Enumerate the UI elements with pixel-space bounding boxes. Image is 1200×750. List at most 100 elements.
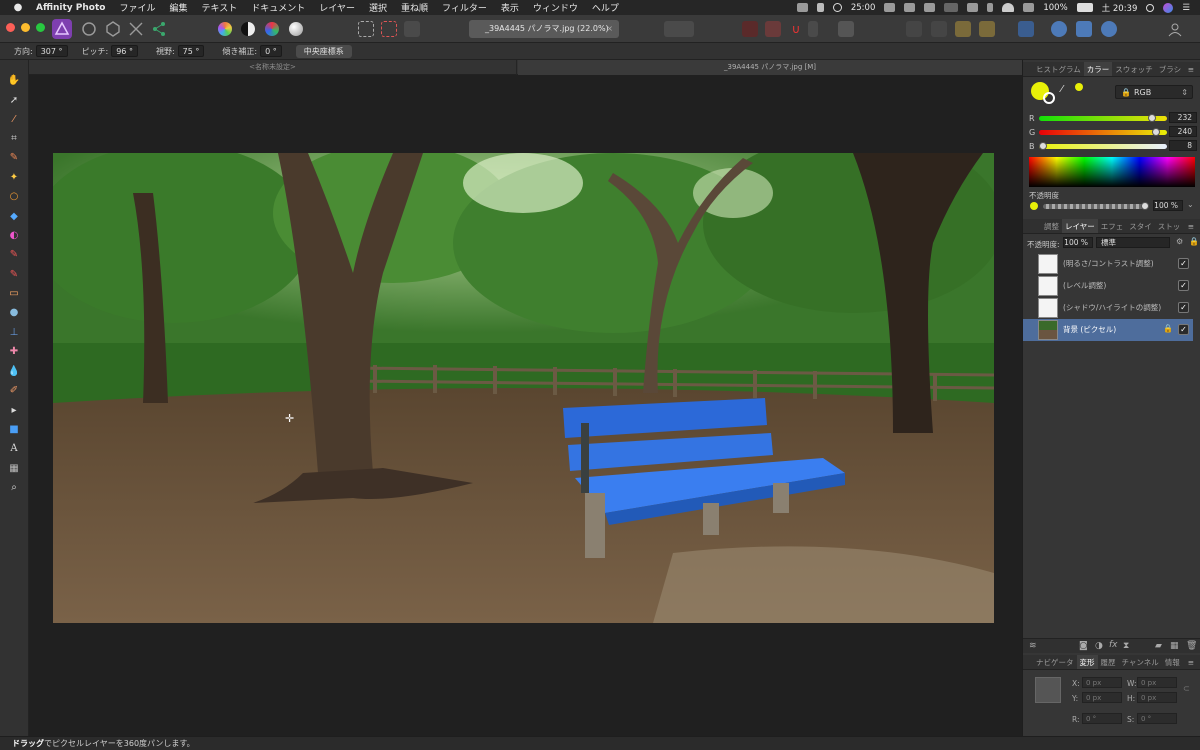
flood-select-icon[interactable]: ✦ [7,170,21,184]
text-tool-icon[interactable]: A [7,441,21,455]
status-app-icon[interactable] [796,3,808,12]
menu-document[interactable]: ドキュメント [251,1,305,14]
panorama-photo[interactable] [53,153,994,623]
window-zoom-button[interactable] [36,23,45,32]
eraser-icon[interactable]: ▭ [7,286,21,300]
selection-brush-icon[interactable]: ✎ [7,150,21,164]
anchor-point-selector[interactable] [1035,677,1061,703]
tab-histogram[interactable]: ヒストグラム [1033,62,1084,76]
layer-visibility-checkbox[interactable]: ✓ [1178,280,1189,291]
status-icon-f[interactable] [1023,3,1035,12]
window-minimize-button[interactable] [21,23,30,32]
g-value-field[interactable]: 240 [1169,126,1197,137]
status-icon-e[interactable] [967,3,979,12]
tab-color[interactable]: カラー [1083,62,1113,76]
snapping-icon[interactable] [765,21,781,37]
freehand-select-icon[interactable]: ○ [7,189,21,203]
assistant-icon[interactable] [838,21,854,37]
canvas-area[interactable]: ✛ [29,75,1022,736]
menu-layer[interactable]: レイヤー [319,1,355,14]
timer-clock[interactable]: 25:00 [851,3,876,13]
eyedropper-icon[interactable]: ⁄ [1061,84,1063,95]
snapping-dropdown[interactable] [808,21,818,37]
transform-panel-menu-icon[interactable]: ≡ [1185,655,1197,670]
layer-row-brightness-contrast[interactable]: (明るさ/コントラスト調整) ✓ [1023,253,1193,275]
menu-edit[interactable]: 編集 [169,1,187,14]
apple-menu-icon[interactable]: ● [12,2,24,13]
zoom-tool-icon[interactable]: ⌕ [7,480,21,494]
align-icon[interactable] [1018,21,1034,37]
tab-stock[interactable]: ストッ [1155,219,1184,233]
direction-field[interactable]: 307 ° [35,45,68,57]
blur-brush-icon[interactable]: 💧 [7,364,21,378]
rotation-field[interactable]: 0 ° [1082,713,1122,724]
add-layer-icon[interactable]: ▦ [1170,641,1179,651]
g-channel-slider[interactable] [1039,130,1167,135]
layer-visibility-checkbox[interactable]: ✓ [1178,324,1189,335]
tone-mapping-persona-icon[interactable] [126,19,146,39]
tab-layers[interactable]: レイヤー [1062,219,1098,233]
tab-channels[interactable]: チャンネル [1119,655,1162,669]
blend-mode-select[interactable]: 標準 [1096,237,1170,248]
document-title-tab[interactable]: _39A4445 パノラマ.jpg (22.0%) × [469,20,619,38]
snapping-grid-icon[interactable] [742,21,758,37]
r-value-field[interactable]: 232 [1169,112,1197,123]
b-channel-slider[interactable] [1039,144,1167,149]
color-replacement-icon[interactable]: ✎ [7,267,21,281]
y-field[interactable]: 0 px [1082,692,1122,703]
window-close-button[interactable] [6,23,15,32]
tab-info[interactable]: 情報 [1162,655,1183,669]
shear-field[interactable]: 0 ° [1137,713,1177,724]
stroke-color-swatch[interactable] [1043,92,1055,104]
arrange-back-icon[interactable] [906,21,922,37]
mesh-warp-icon[interactable]: ▦ [7,461,21,475]
clone-stamp-icon[interactable]: ⊥ [7,325,21,339]
photo-persona-icon[interactable] [52,19,72,39]
bluetooth-icon[interactable] [816,3,824,12]
delete-layer-icon[interactable]: 🗑 [1186,641,1197,651]
adjustment-layer-icon[interactable]: ◑ [1095,641,1103,651]
menu-arrange[interactable]: 重ね順 [401,1,428,14]
tab-adjustments[interactable]: 調整 [1041,219,1062,233]
menu-view[interactable]: 表示 [501,1,519,14]
layer-visibility-checkbox[interactable]: ✓ [1178,258,1189,269]
status-icon-b[interactable] [904,3,916,12]
group-folder-icon[interactable]: ▰ [1155,641,1162,651]
layer-settings-icon[interactable]: ⚙ [1176,237,1183,246]
wifi-icon[interactable] [1002,3,1015,12]
quick-mask-button[interactable] [664,21,694,37]
battery-label[interactable]: 100% [1043,3,1067,13]
untitled-document-tab[interactable]: <名称未設定> [29,60,517,75]
panorama-document-tab[interactable]: _39A4445 パノラマ.jpg [M] [518,60,1022,75]
flood-fill-icon[interactable]: ◆ [7,209,21,223]
layers-stack-icon[interactable]: ≋ [1029,641,1037,651]
layer-opacity-field[interactable]: 100 % [1063,237,1093,248]
tilt-field[interactable]: 0 ° [260,45,282,57]
menu-window[interactable]: ウィンドウ [533,1,578,14]
siri-icon[interactable] [1163,2,1174,13]
layer-row-levels[interactable]: (レベル調整) ✓ [1023,275,1193,297]
smudge-brush-icon[interactable]: ✐ [7,383,21,397]
export-persona-icon[interactable] [149,19,169,39]
bluetooth-status-icon[interactable] [987,3,994,12]
contrast-adjust-icon[interactable] [241,22,255,36]
color-model-select[interactable]: 🔒 RGB ⇕ [1115,85,1193,99]
status-icon-d[interactable] [944,3,959,12]
center-coordinates-button[interactable]: 中央座標系 [295,44,352,58]
invert-selection-icon[interactable] [404,21,420,37]
gradient-tool-icon[interactable]: ◐ [7,228,21,242]
move-tool-icon[interactable]: ➚ [7,93,21,107]
user-account-icon[interactable] [1167,21,1183,37]
arrange-forward-icon[interactable] [955,21,971,37]
x-field[interactable]: 0 px [1082,677,1122,688]
healing-brush-icon[interactable]: ✚ [7,344,21,358]
layers-panel-menu-icon[interactable]: ≡ [1185,219,1197,234]
pitch-field[interactable]: 96 ° [111,45,138,57]
app-name-menu[interactable]: Affinity Photo [36,3,105,13]
deselect-icon[interactable] [381,21,397,37]
b-slider-knob[interactable] [1038,142,1047,150]
boolean-intersect-icon[interactable] [1101,21,1117,37]
tab-swatches[interactable]: スウォッチ [1112,62,1156,76]
dodge-burn-icon[interactable]: ● [7,305,21,319]
layer-visibility-checkbox[interactable]: ✓ [1178,302,1189,313]
